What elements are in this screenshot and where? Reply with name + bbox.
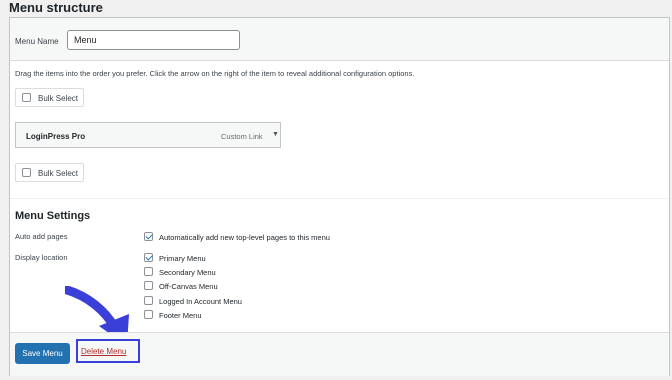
location-checkbox[interactable] (144, 296, 153, 305)
menu-name-input[interactable] (67, 30, 240, 50)
delete-highlight-box: Delete Menu (76, 339, 140, 363)
location-label: Off-Canvas Menu (159, 282, 218, 291)
location-label: Logged In Account Menu (159, 297, 242, 306)
bulk-select-label: Bulk Select (38, 169, 79, 178)
bulk-select-checkbox[interactable] (22, 93, 31, 102)
bulk-select-bottom[interactable]: Bulk Select (15, 163, 84, 182)
bulk-select-checkbox[interactable] (22, 168, 31, 177)
divider (10, 198, 669, 199)
location-label: Footer Menu (159, 311, 202, 320)
location-checkbox[interactable] (144, 310, 153, 319)
auto-add-label: Auto add pages (15, 232, 68, 241)
menu-item-title: LoginPress Pro (26, 132, 86, 141)
display-location-label: Display location (15, 253, 68, 262)
auto-add-option-label: Automatically add new top-level pages to… (159, 233, 330, 242)
page-title: Menu structure (9, 0, 103, 15)
menu-footer: Save Menu Delete Menu (10, 332, 669, 376)
location-checkbox[interactable] (144, 253, 153, 262)
bulk-select-top[interactable]: Bulk Select (15, 88, 84, 107)
bulk-select-label: Bulk Select (38, 94, 79, 103)
save-menu-button[interactable]: Save Menu (15, 343, 70, 364)
menu-settings-title: Menu Settings (15, 210, 91, 222)
location-checkbox[interactable] (144, 281, 153, 290)
delete-menu-link[interactable]: Delete Menu (81, 347, 126, 356)
location-checkbox[interactable] (144, 267, 153, 276)
location-label: Primary Menu (159, 254, 206, 263)
instructions-text: Drag the items into the order you prefer… (15, 69, 415, 78)
menu-item-loginpress[interactable]: LoginPress Pro Custom Link ▼ (15, 122, 281, 148)
menu-name-label: Menu Name (15, 37, 59, 46)
location-label: Secondary Menu (159, 268, 216, 277)
menu-name-row: Menu Name (10, 18, 669, 61)
menu-structure-panel: Menu Name Drag the items into the order … (9, 17, 670, 376)
auto-add-checkbox[interactable] (144, 232, 153, 241)
menu-item-type: Custom Link (221, 132, 263, 141)
menu-item-expand-icon[interactable]: ▼ (272, 131, 279, 138)
